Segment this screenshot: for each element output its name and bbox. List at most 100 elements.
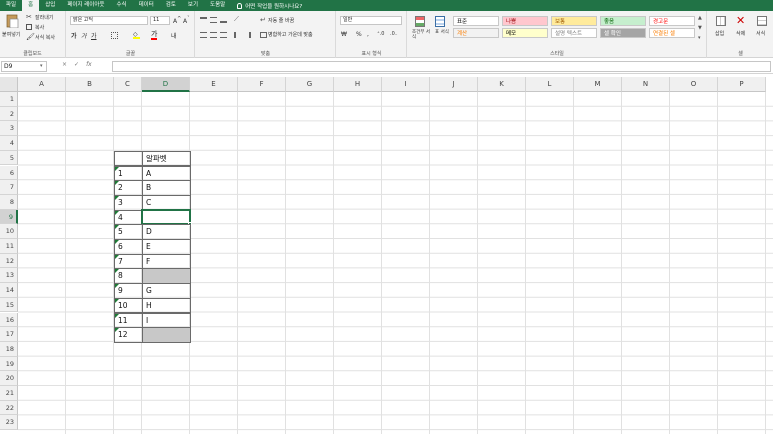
conditional-format-button[interactable]: 조건부 서식 [412, 14, 430, 44]
number-cell[interactable]: 7 [114, 253, 143, 270]
fill-color-icon[interactable]: ◇ [133, 31, 140, 39]
wrap-text-icon[interactable]: ↵ [260, 16, 266, 24]
format-as-table-button[interactable]: 표 서식 [432, 14, 449, 44]
number-cell[interactable]: 8 [114, 268, 143, 285]
border-icon[interactable] [111, 32, 118, 39]
cell-style-3[interactable]: 좋음 [600, 16, 646, 26]
row-header-4[interactable]: 4 [0, 136, 18, 151]
font-color-icon[interactable]: 가 [151, 30, 158, 40]
letter-cell[interactable] [142, 268, 191, 285]
align-bottom-icon[interactable] [220, 17, 227, 23]
column-header-l[interactable]: L [526, 77, 574, 92]
letter-cell[interactable]: G [142, 283, 191, 299]
row-header-8[interactable]: 8 [0, 194, 18, 210]
letter-cell[interactable]: F [142, 253, 191, 270]
number-cell[interactable]: 3 [114, 194, 143, 211]
column-header-p[interactable]: P [718, 77, 766, 92]
letter-cell[interactable] [142, 327, 191, 343]
column-header-d[interactable]: D [142, 77, 190, 92]
outdent-icon[interactable] [244, 32, 251, 38]
font-size-select[interactable]: 11 [150, 16, 170, 25]
row-header-13[interactable]: 13 [0, 268, 18, 284]
phonetic-button[interactable]: 내 [171, 31, 177, 40]
wrap-text-button[interactable]: 자동 줄 바꿈 [268, 17, 294, 24]
column-header-c[interactable]: C [114, 77, 142, 92]
row-header-10[interactable]: 10 [0, 224, 18, 239]
column-header-f[interactable]: F [238, 77, 286, 92]
tab-8[interactable]: 도움말 [204, 0, 231, 11]
row-header-18[interactable]: 18 [0, 341, 18, 357]
row-header-22[interactable]: 22 [0, 400, 18, 416]
format-painter-button[interactable]: 🖌 서식 복사 [26, 33, 64, 42]
cancel-icon[interactable]: × [62, 61, 67, 68]
letter-cell[interactable]: H [142, 297, 191, 314]
number-cell[interactable]: 6 [114, 239, 143, 255]
formula-input[interactable] [112, 61, 771, 72]
cell-style-4[interactable]: 경고문 [649, 16, 695, 26]
number-cell[interactable]: 4 [114, 209, 143, 226]
row-header-16[interactable]: 16 [0, 312, 18, 328]
letter-cell[interactable]: B [142, 180, 191, 196]
insert-function-icon[interactable]: fx [86, 61, 92, 68]
comma-button[interactable]: , [367, 31, 369, 38]
align-top-icon[interactable] [200, 17, 207, 23]
cell-style-1[interactable]: 나쁨 [502, 16, 548, 26]
number-cell[interactable]: 11 [114, 312, 143, 329]
cell-style-8[interactable]: 셀 확인 [600, 28, 646, 38]
row-header-3[interactable]: 3 [0, 121, 18, 137]
number-format-select[interactable]: 일반 [340, 16, 402, 25]
number-cell[interactable]: 9 [114, 283, 143, 299]
row-header-7[interactable]: 7 [0, 180, 18, 195]
row-header-6[interactable]: 6 [0, 165, 18, 181]
row-header-19[interactable]: 19 [0, 356, 18, 372]
column-header-m[interactable]: M [574, 77, 622, 92]
merge-center-button[interactable]: 병합하고 가운데 맞춤 [268, 31, 313, 38]
column-header-h[interactable]: H [334, 77, 382, 92]
format-cells-button[interactable]: 서식 [754, 14, 770, 44]
cell-style-5[interactable]: 계산 [453, 28, 499, 38]
column-header-e[interactable]: E [190, 77, 238, 92]
row-header-2[interactable]: 2 [0, 106, 18, 122]
row-header-23[interactable]: 23 [0, 415, 18, 431]
number-cell[interactable]: 2 [114, 180, 143, 196]
font-name-select[interactable]: 맑은 고딕 [70, 16, 148, 25]
number-cell[interactable]: 10 [114, 297, 143, 314]
column-header-g[interactable]: G [286, 77, 334, 92]
align-center-icon[interactable] [210, 32, 217, 38]
table-header-blank-cell[interactable] [114, 150, 143, 167]
styles-scroll-up-icon[interactable]: ▲ [698, 15, 702, 21]
shrink-font-button[interactable]: Aˇ [183, 16, 190, 25]
cell-style-6[interactable]: 메모 [502, 28, 548, 38]
column-header-a[interactable]: A [18, 77, 66, 92]
merge-icon[interactable] [260, 32, 267, 38]
accounting-button[interactable]: ₩ [341, 31, 347, 38]
column-header-j[interactable]: J [430, 77, 478, 92]
tab-2[interactable]: 삽입 [39, 0, 61, 11]
cut-button[interactable]: ✂ 잘라내기 [26, 13, 64, 22]
row-header-20[interactable]: 20 [0, 371, 18, 386]
grow-font-button[interactable]: A^ [173, 16, 181, 25]
row-header-9[interactable]: 9 [0, 209, 18, 225]
increase-decimal-button[interactable]: ⁺.0 [377, 31, 384, 37]
column-header-o[interactable]: O [670, 77, 718, 92]
tab-5[interactable]: 데이터 [133, 0, 160, 11]
row-header-1[interactable]: 1 [0, 92, 18, 107]
tab-3[interactable]: 페이지 레이아웃 [61, 0, 110, 11]
letter-cell[interactable]: D [142, 224, 191, 240]
enter-icon[interactable]: ✓ [74, 61, 79, 68]
cell-style-9[interactable]: 연결된 셀 [649, 28, 695, 38]
number-cell[interactable]: 5 [114, 224, 143, 240]
number-cell[interactable]: 1 [114, 165, 143, 182]
tab-6[interactable]: 검토 [160, 0, 182, 11]
number-cell[interactable]: 12 [114, 327, 143, 343]
row-header-21[interactable]: 21 [0, 386, 18, 401]
column-header-i[interactable]: I [382, 77, 430, 92]
indent-icon[interactable] [234, 32, 241, 38]
row-header-15[interactable]: 15 [0, 297, 18, 313]
tell-me-box[interactable]: 어떤 작업을 원하시나요? [237, 2, 302, 10]
italic-button[interactable]: 가 [81, 31, 87, 40]
align-left-icon[interactable] [200, 32, 207, 38]
paste-button[interactable]: 붙여넣기 [2, 14, 22, 46]
cell-style-0[interactable]: 표준 [453, 16, 499, 26]
insert-cells-button[interactable]: 삽입 [713, 14, 729, 44]
